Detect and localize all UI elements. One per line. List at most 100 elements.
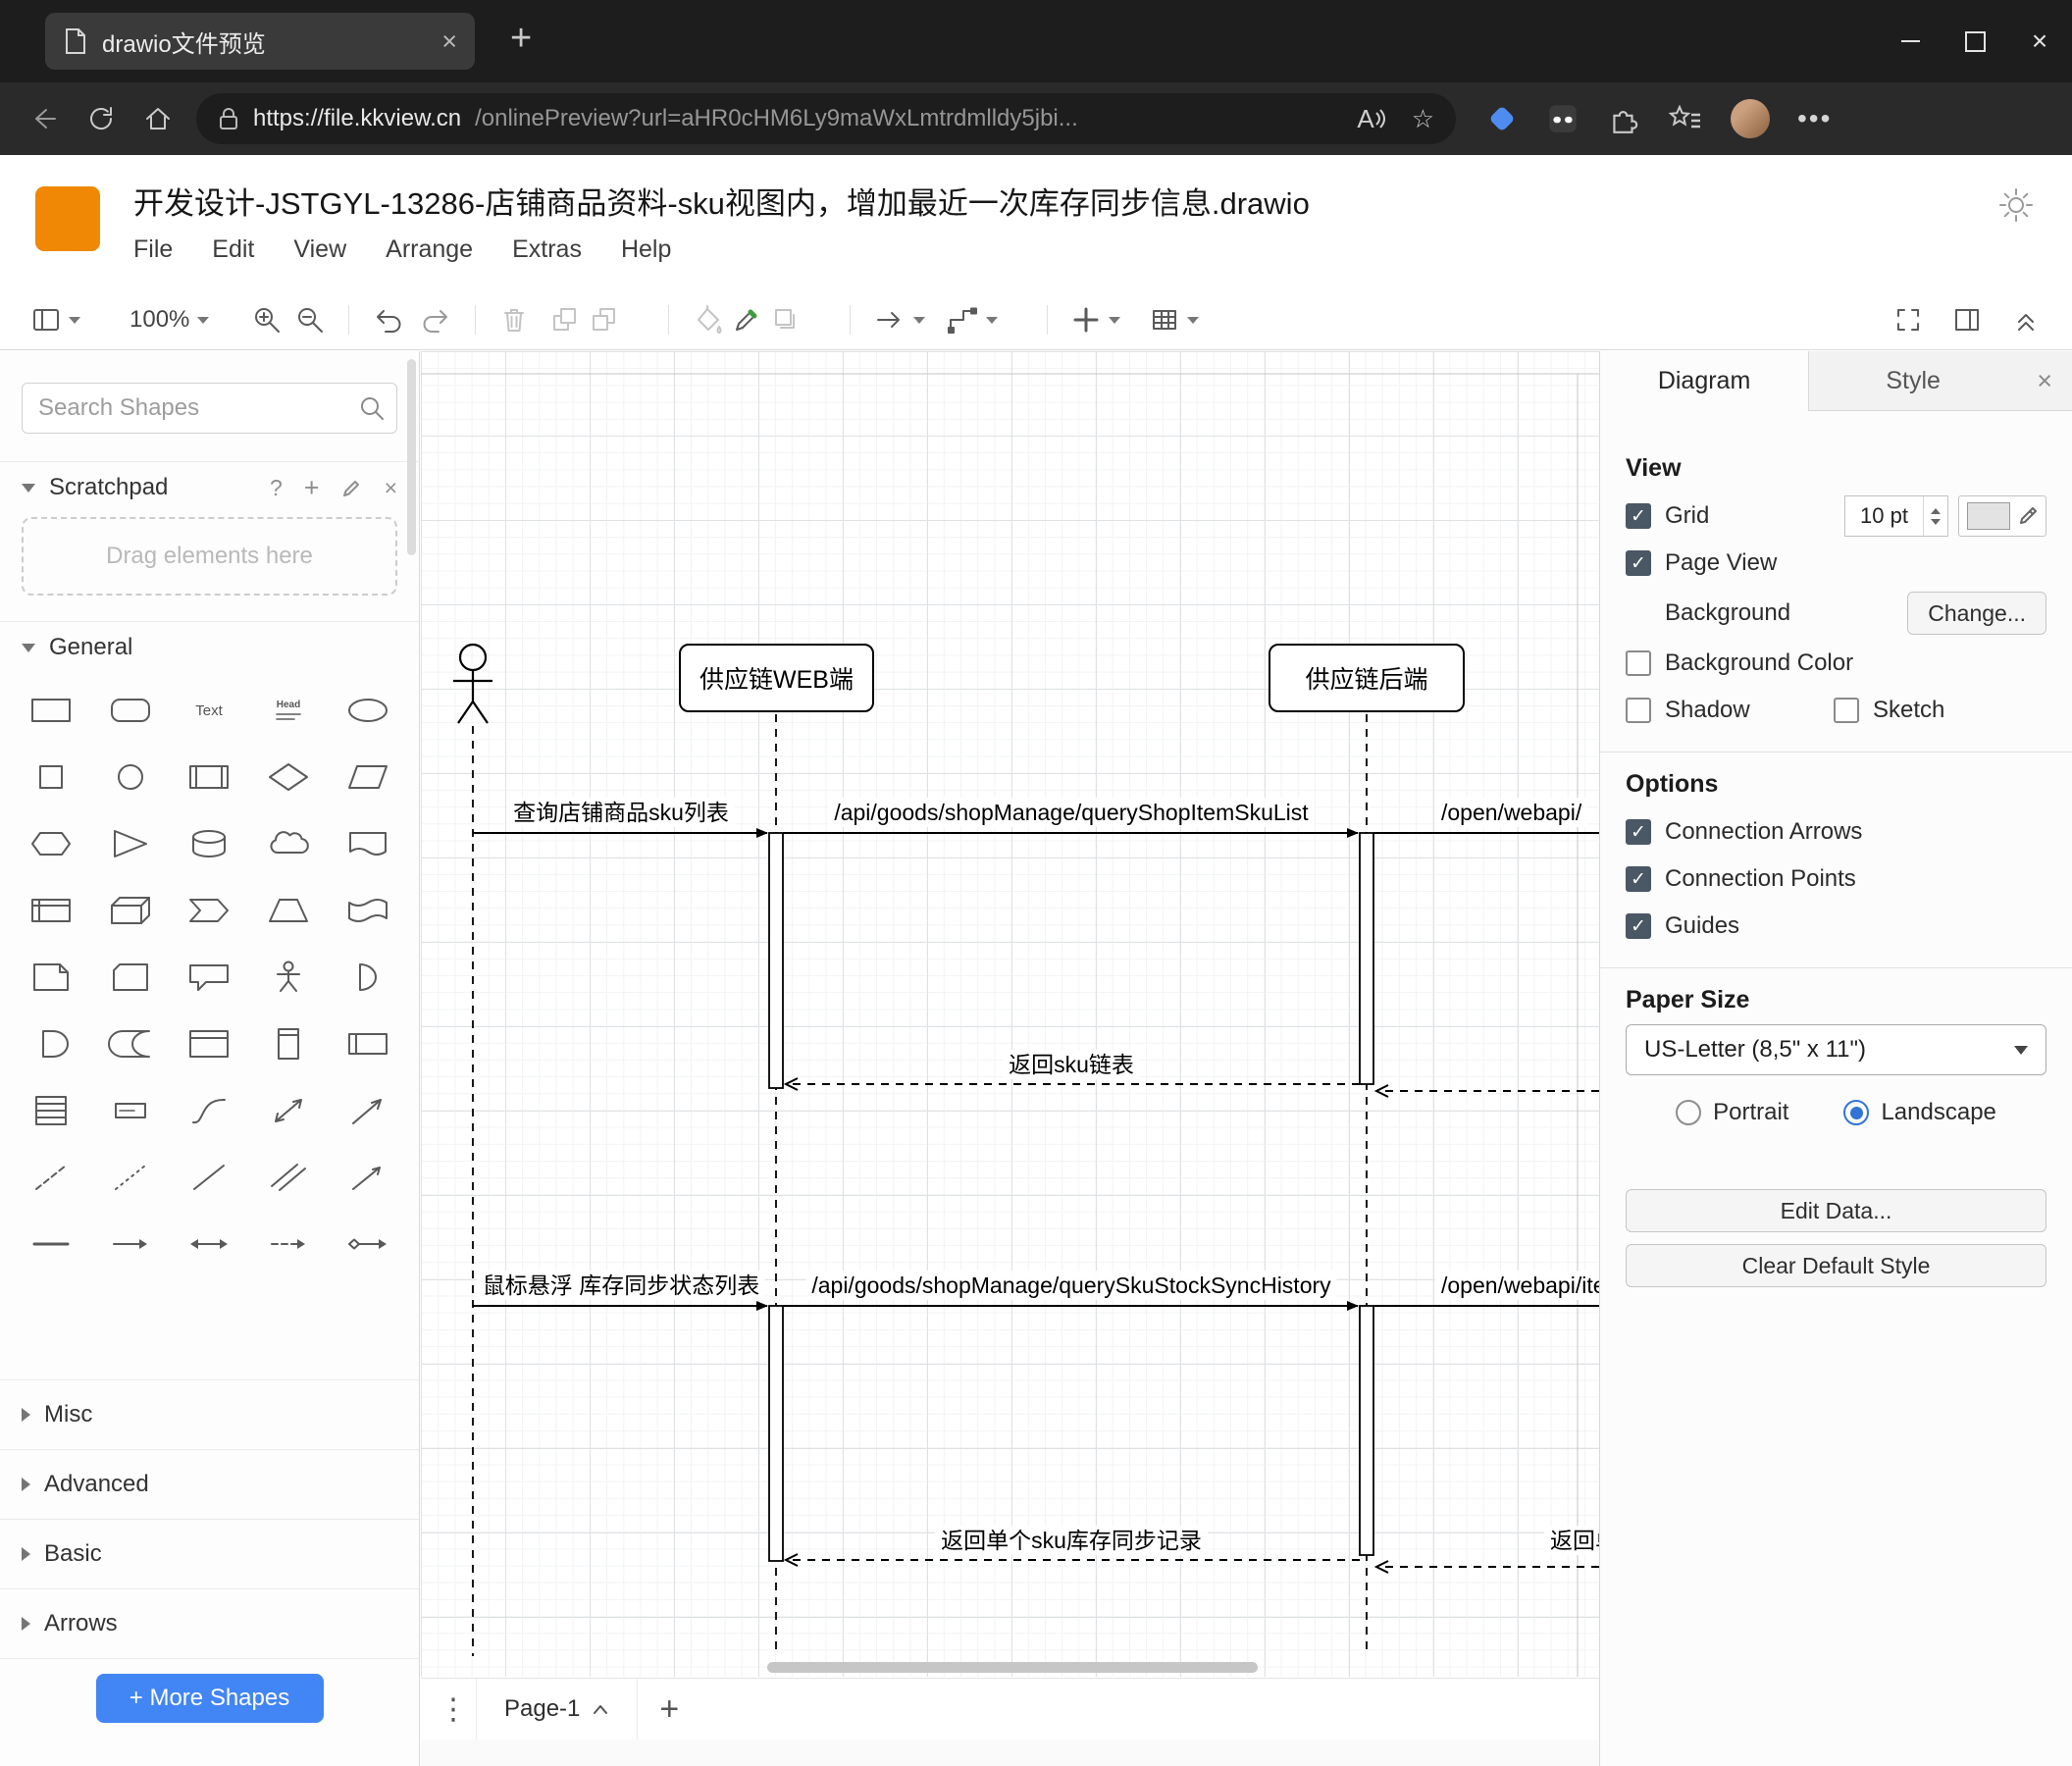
actor-figure[interactable]: [453, 643, 492, 724]
sidebar-section-basic[interactable]: Basic: [0, 1519, 419, 1588]
back-button[interactable]: [26, 100, 63, 137]
shape-hexagon[interactable]: [12, 810, 91, 877]
message-label[interactable]: /open/webapi/item: [1435, 1271, 1599, 1300]
diagram-canvas[interactable]: 供应链WEB端 供应链后端 查询店铺商品sku列表 /api/goods/sho…: [421, 351, 1599, 1677]
page-view-checkbox[interactable]: [1626, 550, 1651, 576]
shape-horizontal-double-arrow[interactable]: [170, 1211, 249, 1277]
grid-size-spinner[interactable]: [1923, 496, 1947, 536]
search-shapes-input[interactable]: [22, 383, 397, 434]
refresh-button[interactable]: [82, 100, 120, 137]
shape-or[interactable]: [328, 944, 407, 1011]
shape-text[interactable]: Text: [170, 677, 249, 744]
shape-and[interactable]: [12, 1011, 91, 1077]
change-background-button[interactable]: Change...: [1907, 592, 2046, 635]
shape-tape[interactable]: [328, 877, 407, 944]
connection-style-button[interactable]: [874, 298, 926, 341]
return-arrows[interactable]: [787, 1084, 1599, 1567]
return-label[interactable]: 返回单个sku库存同步记录: [935, 1526, 1208, 1555]
menu-edit[interactable]: Edit: [212, 235, 254, 264]
favorite-star-icon[interactable]: ☆: [1412, 104, 1434, 134]
shape-line[interactable]: [170, 1144, 249, 1211]
portrait-radio[interactable]: [1676, 1100, 1702, 1125]
shape-parallelogram[interactable]: [328, 744, 407, 810]
general-section-header[interactable]: General: [0, 621, 419, 673]
sidebar-section-misc[interactable]: Misc: [0, 1379, 419, 1449]
background-color-checkbox[interactable]: [1626, 650, 1651, 676]
shape-directional-arrow[interactable]: [328, 1144, 407, 1211]
tab-style[interactable]: Style: [1809, 351, 2017, 410]
shape-note[interactable]: [12, 944, 91, 1011]
sketch-checkbox[interactable]: [1834, 698, 1859, 723]
connection-points-checkbox[interactable]: [1626, 866, 1651, 892]
shape-document[interactable]: [328, 810, 407, 877]
waypoint-style-button[interactable]: [947, 298, 999, 341]
clear-default-style-button[interactable]: Clear Default Style: [1626, 1244, 2046, 1287]
menu-arrange[interactable]: Arrange: [386, 235, 473, 264]
shape-horizontal-pool[interactable]: [328, 1011, 407, 1077]
shape-data-storage[interactable]: [91, 1011, 171, 1077]
shadow-checkbox[interactable]: [1626, 698, 1651, 723]
shape-double-line[interactable]: [249, 1144, 329, 1211]
zoom-dropdown[interactable]: 100%: [130, 298, 210, 341]
shape-container[interactable]: [170, 1011, 249, 1077]
to-front-button[interactable]: [550, 298, 580, 341]
message-label[interactable]: /open/webapi/: [1435, 798, 1588, 827]
extension-dark-icon[interactable]: [1546, 102, 1580, 135]
shape-ellipse[interactable]: [328, 677, 407, 744]
shape-horizontal-line[interactable]: [12, 1211, 91, 1277]
shape-bidirectional-arrow[interactable]: [249, 1077, 329, 1144]
more-shapes-button[interactable]: + More Shapes: [95, 1674, 324, 1723]
minimize-button[interactable]: [1878, 0, 1942, 82]
theme-toggle-sun-icon[interactable]: [1997, 186, 2035, 229]
insert-button[interactable]: [1071, 298, 1121, 341]
fullscreen-button[interactable]: [1893, 298, 1923, 341]
zoom-out-button[interactable]: [295, 298, 325, 341]
page-view-mode-button[interactable]: [31, 298, 80, 341]
shape-actor[interactable]: [249, 944, 329, 1011]
sidebar-section-advanced[interactable]: Advanced: [0, 1449, 419, 1519]
shape-cylinder[interactable]: [170, 810, 249, 877]
add-page-button[interactable]: +: [659, 1690, 679, 1729]
home-button[interactable]: [139, 100, 177, 137]
fill-color-button[interactable]: [693, 298, 722, 341]
extensions-puzzle-icon[interactable]: [1607, 102, 1640, 135]
shape-rounded-rectangle[interactable]: [91, 677, 171, 744]
message-label[interactable]: /api/goods/shopManage/querySkuStockSyncH…: [805, 1271, 1337, 1300]
tab-diagram[interactable]: Diagram: [1600, 351, 1810, 411]
grid-size-field[interactable]: 10 pt: [1844, 495, 1948, 537]
return-label[interactable]: 返回单个sku库存同步记录: [1544, 1526, 1599, 1555]
tab-close-icon[interactable]: ×: [441, 27, 457, 55]
scratchpad-header[interactable]: Scratchpad ? + ×: [0, 461, 419, 513]
shape-circle[interactable]: [91, 744, 171, 810]
paper-size-select[interactable]: US-Letter (8,5" x 11"): [1626, 1024, 2046, 1075]
shape-callout[interactable]: [170, 944, 249, 1011]
collapse-button[interactable]: [2011, 298, 2041, 341]
to-back-button[interactable]: [590, 298, 619, 341]
scratchpad-edit-icon[interactable]: [341, 477, 363, 498]
lifelines[interactable]: [472, 714, 1368, 1656]
participant-web[interactable]: 供应链WEB端: [679, 644, 874, 712]
scratchpad-help-icon[interactable]: ?: [270, 475, 283, 501]
shape-cloud[interactable]: [249, 810, 329, 877]
shape-process[interactable]: [170, 744, 249, 810]
url-field[interactable]: https://file.kkview.cn /onlinePreview?ur…: [196, 93, 1456, 144]
browser-tab[interactable]: drawio文件预览 ×: [45, 13, 475, 70]
delete-button[interactable]: [499, 298, 529, 341]
shape-list[interactable]: [12, 1077, 91, 1144]
extension-blue-icon[interactable]: [1485, 102, 1519, 135]
line-color-button[interactable]: [732, 298, 761, 341]
shape-dashed-line[interactable]: [12, 1144, 91, 1211]
undo-button[interactable]: [373, 298, 404, 341]
landscape-radio[interactable]: [1843, 1100, 1870, 1125]
grid-color-button[interactable]: [1958, 495, 2046, 537]
shape-heading[interactable]: Head: [249, 677, 329, 744]
format-panel-toggle-button[interactable]: [1952, 298, 1982, 341]
shape-step[interactable]: [170, 877, 249, 944]
shape-card[interactable]: [91, 944, 171, 1011]
menu-file[interactable]: File: [133, 235, 173, 264]
shape-dashed-horizontal-arrow[interactable]: [249, 1211, 329, 1277]
shape-curve[interactable]: [170, 1077, 249, 1144]
shape-triangle[interactable]: [91, 810, 171, 877]
shape-internal-storage[interactable]: [12, 877, 91, 944]
connection-arrows-checkbox[interactable]: [1626, 819, 1651, 845]
